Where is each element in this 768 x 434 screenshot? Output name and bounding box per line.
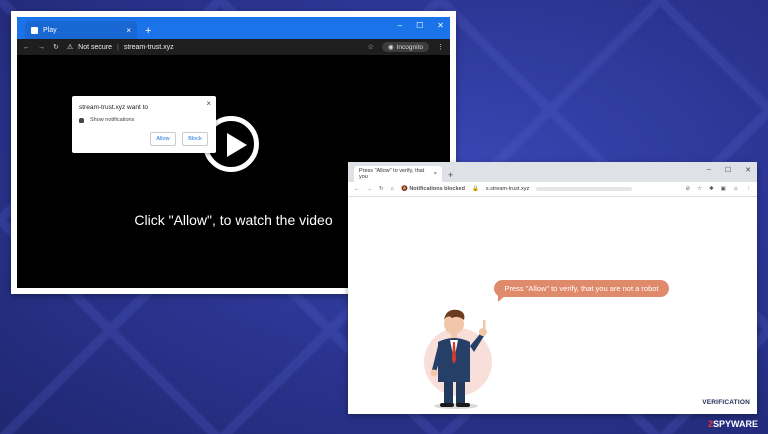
back-icon[interactable]: ← [354,186,360,192]
address-text[interactable]: s.stream-trust.xyz [486,186,529,192]
home-icon[interactable]: ⌂ [391,186,394,192]
incognito-badge[interactable]: ◉ Incognito [381,42,429,52]
favicon-icon [31,26,38,34]
watermark-logo: 2SPYWARE [707,419,758,429]
tab-close-icon[interactable]: × [434,171,437,177]
forward-icon[interactable]: → [38,44,45,51]
new-tab-button[interactable]: + [448,170,453,180]
minimize-button[interactable]: – [398,21,402,30]
warning-icon: ⚠ [66,44,74,51]
title-bar: Press "Allow" to verify, that you × + – … [348,162,757,182]
bell-off-icon: 🔕 [400,186,408,192]
speech-bubble: Press "Allow" to verify, that you are no… [494,280,669,302]
star-icon[interactable]: ☆ [368,43,374,51]
window-controls: – ☐ ✕ [398,21,444,30]
toolbar: ← → ↻ ⌂ 🔕 Notifications blocked 🔒 s.stre… [348,182,757,197]
minimize-button[interactable]: – [707,166,711,174]
bell-icon [79,117,84,123]
permission-label: Show notifications [90,117,135,123]
address-bar[interactable]: ⚠ Not secure | stream-trust.xyz [66,43,360,52]
close-window-button[interactable]: ✕ [745,166,751,174]
block-button[interactable]: Block [182,132,208,146]
star-icon[interactable]: ☆ [697,186,702,192]
tab-title: Play [43,26,57,34]
businessman-illustration [424,309,492,409]
toolbar-actions: ⊘ ☆ ✱ ▣ ☺ ⋮ [686,186,751,192]
toolbar: ← → ↻ ⚠ Not secure | stream-trust.xyz ☆ … [17,39,450,55]
forward-icon[interactable]: → [367,186,373,192]
tab-verify[interactable]: Press "Allow" to verify, that you × [354,166,442,182]
blurred-url [536,187,633,191]
reload-icon[interactable]: ↻ [53,43,59,51]
lock-icon: 🔒 [471,186,479,192]
reload-icon[interactable]: ↻ [379,186,384,192]
profile-icon[interactable]: ☺ [733,186,739,192]
menu-icon[interactable]: ⋮ [437,43,444,51]
incognito-icon: ◉ [387,44,394,51]
tab-title: Press "Allow" to verify, that you [359,168,425,180]
extensions-icon[interactable]: ✱ [709,186,714,192]
permission-row: Show notifications [79,117,134,123]
menu-icon[interactable]: ⋮ [746,186,752,192]
maximize-button[interactable]: ☐ [725,166,731,174]
address-text: stream-trust.xyz [123,43,174,51]
notifications-blocked-chip[interactable]: 🔕 Notifications blocked [401,186,465,192]
notification-permission-popup: stream-trust.xyz want to × Show notifica… [72,96,216,153]
back-icon[interactable]: ← [23,44,30,51]
tab-play[interactable]: Play × [25,21,137,39]
popup-title: stream-trust.xyz want to [79,104,148,111]
close-window-button[interactable]: ✕ [437,21,444,30]
browser-window-verification: Press "Allow" to verify, that you × + – … [348,162,757,414]
popup-close-icon[interactable]: × [206,99,211,108]
verification-label: VERIFICATION [702,399,750,406]
new-tab-button[interactable]: + [145,25,151,37]
maximize-button[interactable]: ☐ [416,21,423,30]
security-label: Not secure [78,43,113,51]
allow-button[interactable]: Allow [150,132,176,146]
title-bar: Play × + – ☐ ✕ [17,17,450,39]
blocked-icon[interactable]: ⊘ [686,186,691,192]
sidepanel-icon[interactable]: ▣ [721,186,726,192]
tab-close-icon[interactable]: × [126,26,131,35]
window-controls: – ☐ ✕ [707,166,751,174]
